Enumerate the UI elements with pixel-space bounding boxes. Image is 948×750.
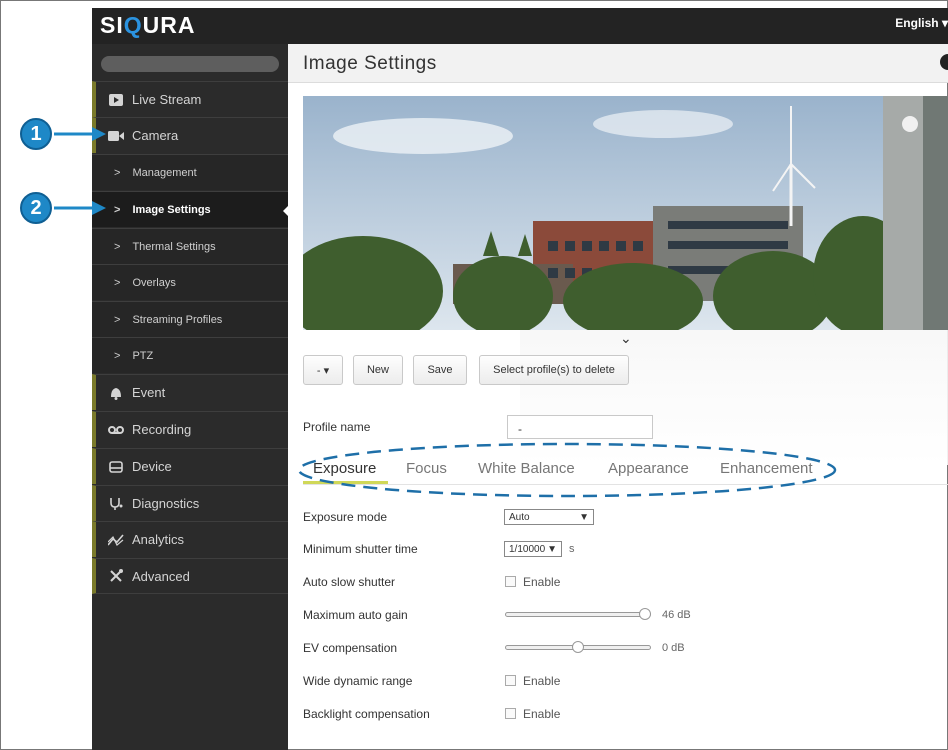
sidebar-item-image-settings[interactable]: > Image Settings bbox=[92, 191, 288, 227]
sidebar-item-diagnostics[interactable]: Diagnostics bbox=[92, 485, 288, 521]
wdr-label: Wide dynamic range bbox=[303, 674, 413, 688]
auto-slow-shutter-checkbox[interactable] bbox=[505, 576, 516, 587]
wdr-checkbox[interactable] bbox=[505, 675, 516, 686]
max-auto-gain-slider[interactable] bbox=[505, 612, 651, 617]
annotation-badge-1: 1 bbox=[20, 118, 52, 150]
recording-icon bbox=[108, 422, 124, 438]
wdr-enable-label: Enable bbox=[523, 674, 561, 688]
min-shutter-select[interactable]: 1/10000 ▼ bbox=[504, 541, 562, 557]
sidebar-item-live-stream[interactable]: Live Stream bbox=[92, 81, 288, 117]
device-icon bbox=[108, 459, 124, 475]
profile-name-input[interactable]: - bbox=[507, 415, 653, 439]
chevron-right-icon: > bbox=[114, 276, 121, 289]
sidebar-item-device[interactable]: Device bbox=[92, 448, 288, 484]
new-profile-button[interactable]: New bbox=[353, 355, 403, 385]
ev-compensation-value: 0 dB bbox=[662, 642, 685, 654]
sidebar-item-label: Device bbox=[132, 459, 172, 474]
camera-preview[interactable] bbox=[303, 96, 948, 330]
sidebar-item-label: Event bbox=[132, 385, 166, 400]
analytics-icon bbox=[108, 532, 124, 548]
backlight-enable-label: Enable bbox=[523, 707, 561, 721]
exposure-mode-select[interactable]: Auto ▼ bbox=[504, 509, 594, 525]
sidebar-item-label: Camera bbox=[132, 128, 179, 143]
profile-select[interactable]: - ▾ bbox=[303, 355, 343, 385]
sidebar-item-label: Live Stream bbox=[132, 92, 202, 107]
ev-compensation-slider-handle[interactable] bbox=[572, 641, 584, 653]
page-title: Image Settings bbox=[303, 53, 437, 74]
dropdown-arrow-icon: ▼ bbox=[579, 511, 589, 523]
sidebar-item-label: Streaming Profiles bbox=[132, 313, 223, 326]
sidebar-item-label: Thermal Settings bbox=[132, 240, 216, 253]
sidebar-item-streaming-profiles[interactable]: > Streaming Profiles bbox=[92, 301, 288, 337]
sidebar-item-label: Advanced bbox=[132, 568, 190, 584]
sidebar-item-label: Image Settings bbox=[132, 203, 211, 216]
annotation-arrow-2 bbox=[54, 201, 106, 215]
sidebar-item-ptz[interactable]: > PTZ bbox=[92, 337, 288, 373]
annotation-highlight-ellipse bbox=[297, 442, 837, 498]
annotation-arrow-1 bbox=[54, 127, 106, 141]
sidebar-item-label: PTZ bbox=[132, 349, 154, 362]
max-auto-gain-label: Maximum auto gain bbox=[303, 608, 408, 622]
delete-profiles-select[interactable]: Select profile(s) to delete bbox=[479, 355, 629, 385]
backlight-label: Backlight compensation bbox=[303, 707, 430, 721]
max-auto-gain-slider-handle[interactable] bbox=[639, 608, 651, 620]
auto-slow-shutter-enable-label: Enable bbox=[523, 575, 561, 589]
siqura-logo[interactable]: SIQURA bbox=[100, 12, 195, 39]
dropdown-arrow-icon: ▼ bbox=[547, 543, 557, 555]
sidebar-item-recording[interactable]: Recording bbox=[92, 411, 288, 447]
backlight-checkbox[interactable] bbox=[505, 708, 516, 719]
sidebar-item-label: Analytics bbox=[132, 532, 185, 547]
tools-icon bbox=[108, 568, 124, 584]
sidebar-search-input[interactable] bbox=[101, 56, 279, 72]
camera-icon bbox=[108, 128, 124, 144]
sidebar-item-label: Management bbox=[132, 166, 197, 179]
annotation-badge-2: 2 bbox=[20, 192, 52, 224]
chevron-right-icon: > bbox=[114, 349, 121, 362]
sidebar-item-label: Recording bbox=[132, 422, 192, 437]
sidebar-item-overlays[interactable]: > Overlays bbox=[92, 264, 288, 300]
sidebar-item-camera[interactable]: Camera bbox=[92, 117, 288, 153]
chevron-right-icon: > bbox=[114, 240, 121, 253]
auto-slow-shutter-label: Auto slow shutter bbox=[303, 575, 396, 589]
bell-icon bbox=[108, 385, 124, 401]
min-shutter-label: Minimum shutter time bbox=[303, 542, 418, 556]
save-profile-button[interactable]: Save bbox=[413, 355, 467, 385]
chevron-right-icon: > bbox=[114, 203, 121, 216]
min-shutter-unit: s bbox=[569, 543, 575, 555]
sidebar-item-advanced[interactable]: Advanced bbox=[92, 558, 288, 594]
chevron-right-icon: > bbox=[114, 166, 121, 179]
stethoscope-icon bbox=[108, 496, 124, 512]
max-auto-gain-value: 46 dB bbox=[662, 609, 691, 621]
sidebar-item-management[interactable]: > Management bbox=[92, 154, 288, 190]
exposure-mode-value: Auto bbox=[509, 511, 530, 523]
profile-name-label: Profile name bbox=[303, 420, 371, 434]
sidebar-item-label: Diagnostics bbox=[132, 496, 200, 511]
language-selector[interactable]: English ▾ bbox=[895, 16, 948, 30]
sidebar-item-event[interactable]: Event bbox=[92, 374, 288, 410]
sidebar-item-analytics[interactable]: Analytics bbox=[92, 521, 288, 557]
top-bar bbox=[92, 8, 948, 44]
chevron-right-icon: > bbox=[114, 313, 121, 326]
exposure-mode-label: Exposure mode bbox=[303, 510, 388, 524]
collapse-preview-icon[interactable]: ⌄ bbox=[620, 330, 632, 347]
ev-compensation-label: EV compensation bbox=[303, 641, 398, 655]
play-icon bbox=[108, 92, 124, 108]
sidebar-item-thermal-settings[interactable]: > Thermal Settings bbox=[92, 228, 288, 264]
min-shutter-value: 1/10000 bbox=[509, 543, 546, 555]
active-item-indicator bbox=[283, 205, 289, 217]
sidebar-item-label: Overlays bbox=[132, 276, 176, 289]
